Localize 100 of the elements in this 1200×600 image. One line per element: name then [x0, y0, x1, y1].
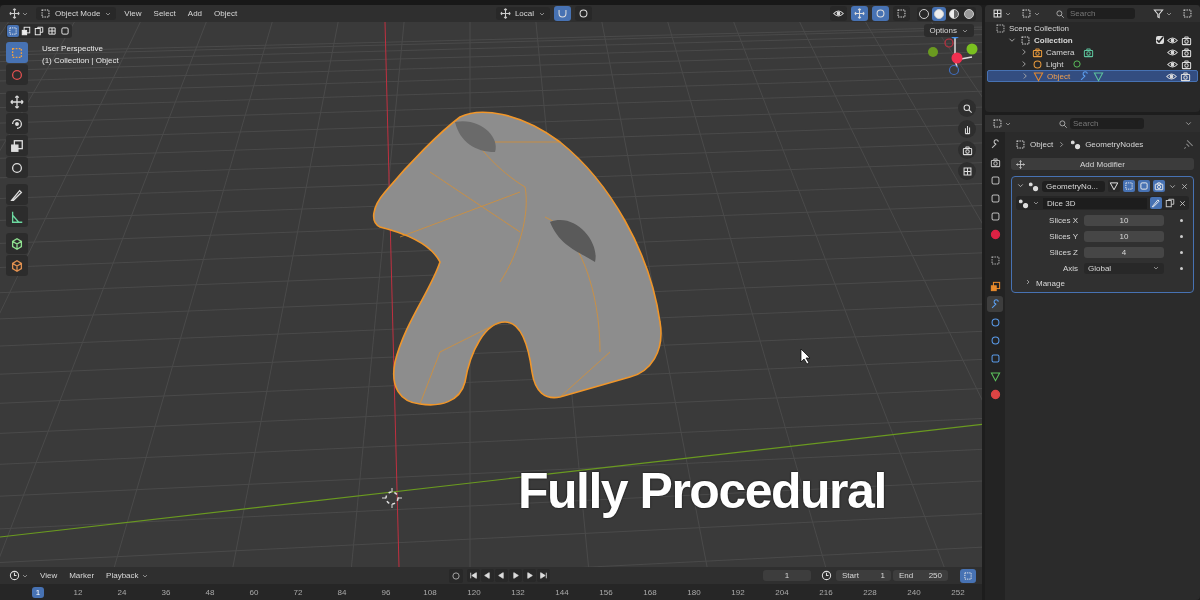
scale-icon — [10, 138, 24, 153]
properties-tab[interactable] — [987, 296, 1003, 312]
selection-mode-button[interactable] — [46, 25, 58, 37]
number-field[interactable]: 4 — [1084, 246, 1164, 258]
camera-icon — [961, 144, 973, 156]
camera-view-button[interactable] — [958, 141, 976, 159]
play-reverse-button[interactable] — [495, 569, 508, 582]
view-name: User Perspective — [42, 44, 104, 53]
selection-mode-button[interactable] — [33, 25, 45, 37]
outliner-label: Collection — [1034, 35, 1073, 45]
3d-cursor-icon — [381, 487, 403, 509]
input-label: Axis — [1061, 263, 1078, 273]
auto-keying-button[interactable] — [449, 568, 463, 583]
visibility-toggle[interactable] — [830, 6, 847, 21]
node-icon — [1028, 180, 1039, 192]
input-label: Slices X — [1048, 215, 1078, 225]
node-group-field[interactable]: Dice 3D — [1043, 197, 1147, 209]
xray-toggle[interactable] — [893, 6, 910, 21]
frame-number: 36 — [161, 587, 171, 597]
checkbox[interactable] — [1156, 36, 1164, 44]
search-field[interactable]: Search — [1067, 8, 1135, 19]
projection-button[interactable] — [958, 162, 976, 180]
tool-button[interactable] — [6, 233, 28, 254]
menu-item[interactable]: View — [36, 570, 62, 581]
outliner-row[interactable]: Collection — [987, 34, 1198, 46]
menu-item[interactable]: Marker — [65, 570, 99, 581]
menu-item[interactable]: Select — [149, 8, 180, 19]
on-cage-toggle[interactable] — [1108, 180, 1120, 192]
tool-button[interactable] — [6, 157, 28, 178]
pan-button[interactable] — [958, 120, 976, 138]
proportional-editing-toggle[interactable] — [575, 6, 592, 21]
tool-button[interactable] — [6, 91, 28, 112]
current-frame-marker[interactable]: 1 — [31, 586, 45, 598]
selection-mode-button[interactable] — [20, 25, 32, 37]
keying-button[interactable] — [960, 568, 976, 583]
start-frame-field[interactable]: Start 1 — [836, 570, 891, 581]
frame-number: 204 — [775, 587, 789, 597]
frame-number: 96 — [381, 587, 391, 597]
orientation-dropdown[interactable]: Local — [495, 7, 550, 20]
selection-mode-button[interactable] — [59, 25, 71, 37]
caret-icon — [1184, 119, 1193, 128]
chevron-right-icon — [1057, 139, 1067, 149]
tool-button[interactable] — [6, 255, 28, 276]
menu-item[interactable]: Object — [210, 8, 242, 19]
mode-dropdown[interactable]: Object Mode — [36, 7, 117, 20]
magnet-icon — [557, 8, 568, 19]
add-modifier-button[interactable]: Add Modifier — [1011, 158, 1194, 170]
move-arrows-icon — [10, 94, 24, 109]
frame-number: 24 — [117, 587, 127, 597]
current-frame-field[interactable]: 1 — [763, 570, 811, 581]
transform-icon — [10, 160, 24, 175]
wrench-icon — [989, 298, 1001, 310]
manage-subpanel-header[interactable]: Manage — [1016, 278, 1189, 288]
menu-item[interactable]: Add — [183, 8, 207, 19]
snap-toggle[interactable] — [554, 6, 571, 21]
next-key-button[interactable] — [523, 569, 536, 582]
search-field[interactable]: Search — [1070, 118, 1144, 129]
close-icon — [1180, 181, 1189, 191]
menu-item[interactable]: View — [120, 8, 146, 19]
options-dropdown[interactable]: Options — [924, 24, 974, 37]
tool-button[interactable] — [6, 184, 28, 205]
axis-dropdown[interactable]: Global — [1084, 262, 1164, 274]
previous-icon — [483, 571, 492, 580]
gizmo-toggle[interactable] — [851, 6, 868, 21]
camera-icon — [1181, 46, 1192, 58]
menu-item[interactable]: Playback — [102, 570, 153, 581]
edit-mode-toggle[interactable] — [1123, 180, 1135, 192]
xray-square-icon — [896, 8, 907, 19]
frame-number: 144 — [555, 587, 569, 597]
previous-key-button[interactable] — [481, 569, 494, 582]
selection-mode-button[interactable] — [7, 25, 19, 37]
end-frame-field[interactable]: End 250 — [893, 570, 948, 581]
outliner-row[interactable]: Camera — [987, 46, 1198, 58]
zoom-button[interactable] — [958, 99, 976, 117]
outliner-label: Light — [1046, 59, 1064, 69]
render-toggle[interactable] — [1153, 180, 1165, 192]
outliner-row[interactable]: Object — [987, 70, 1198, 82]
collection-box-icon — [1020, 34, 1031, 46]
outliner-row[interactable]: Scene Collection — [987, 22, 1198, 34]
number-field[interactable]: 10 — [1084, 230, 1164, 242]
triangle-icon — [1109, 181, 1119, 191]
modifier-name-field[interactable]: GeometryNo... — [1042, 180, 1105, 192]
object-icon — [1015, 138, 1026, 150]
jump-start-button[interactable] — [467, 569, 480, 582]
filter-icon — [1153, 8, 1164, 19]
3d-viewport[interactable]: User Perspective (1) Collection | Object Options Fully Procedural — [0, 22, 982, 567]
jump-end-button[interactable] — [537, 569, 550, 582]
tool-button[interactable] — [6, 113, 28, 134]
triangle-icon — [1033, 70, 1044, 82]
number-field[interactable]: 10 — [1084, 214, 1164, 226]
outliner-row[interactable]: Light — [987, 58, 1198, 70]
shading-button[interactable] — [932, 6, 946, 21]
next-icon — [525, 571, 534, 580]
tool-button[interactable] — [6, 206, 28, 227]
outliner-label: Object — [1047, 71, 1071, 81]
play-reverse-icon — [497, 571, 506, 580]
overlay-toggle[interactable] — [872, 6, 889, 21]
tool-button[interactable] — [6, 135, 28, 156]
frame-number: 12 — [73, 587, 83, 597]
play-button[interactable] — [509, 569, 522, 582]
